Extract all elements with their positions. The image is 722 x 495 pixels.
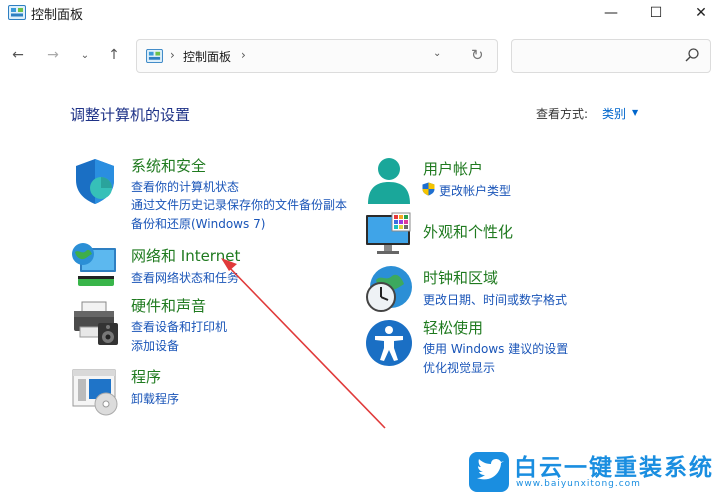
caret-down-icon[interactable]: ▼ (632, 108, 638, 117)
address-bar[interactable]: › 控制面板 › ⌄ ↻ (136, 39, 498, 73)
user-accounts-icon[interactable] (364, 156, 414, 206)
link-change-date-time-format[interactable]: 更改日期、时间或数字格式 (423, 291, 567, 308)
link-view-computer-status[interactable]: 查看你的计算机状态 (131, 178, 239, 195)
category-appearance-personalization[interactable]: 外观和个性化 (423, 221, 513, 242)
printer-speaker-icon[interactable] (70, 297, 120, 347)
programs-disc-icon[interactable] (70, 366, 120, 416)
breadcrumb-separator-icon[interactable]: › (241, 48, 246, 62)
category-system-security[interactable]: 系统和安全 (131, 155, 206, 176)
link-add-device[interactable]: 添加设备 (131, 337, 179, 354)
appearance-monitor-icon[interactable] (364, 209, 414, 259)
view-by-label: 查看方式: (536, 107, 589, 121)
recent-locations-button[interactable]: ⌄ (74, 44, 96, 66)
search-box[interactable] (511, 39, 711, 73)
network-globe-icon[interactable] (70, 240, 120, 290)
watermark: 白云一键重装系统 www.baiyunxitong.com (468, 448, 722, 495)
minimize-button[interactable]: — (588, 0, 634, 26)
page-title: 调整计算机的设置 (70, 106, 191, 124)
link-backup-restore[interactable]: 备份和还原(Windows 7) (131, 215, 265, 232)
category-ease-of-access[interactable]: 轻松使用 (423, 317, 483, 338)
address-dropdown-button[interactable]: ⌄ (433, 48, 441, 59)
window-title: 控制面板 (31, 8, 84, 23)
breadcrumb-separator-icon[interactable]: › (170, 48, 175, 62)
bird-logo-icon (469, 452, 509, 492)
category-clock-region[interactable]: 时钟和区域 (423, 267, 498, 288)
link-change-account-type[interactable]: 更改帐户类型 (439, 182, 511, 199)
breadcrumb-control-panel[interactable]: 控制面板 (183, 48, 231, 65)
link-uninstall-program[interactable]: 卸载程序 (131, 390, 179, 407)
security-shield-icon[interactable] (70, 156, 120, 206)
view-by-dropdown[interactable]: 类别 (602, 105, 626, 122)
watermark-url: www.baiyunxitong.com (516, 479, 641, 489)
control-panel-icon (8, 5, 26, 20)
control-panel-icon (146, 49, 163, 63)
refresh-button[interactable]: ↻ (471, 46, 484, 64)
watermark-title: 白云一键重装系统 (514, 455, 714, 481)
maximize-button[interactable]: ☐ (633, 0, 679, 26)
back-button[interactable]: ← (7, 44, 29, 66)
category-network-internet[interactable]: 网络和 Internet (131, 245, 240, 266)
category-programs[interactable]: 程序 (131, 366, 161, 387)
link-windows-recommended-settings[interactable]: 使用 Windows 建议的设置 (423, 340, 568, 357)
link-file-history-backup[interactable]: 通过文件历史记录保存你的文件备份副本 (131, 196, 347, 213)
uac-shield-icon (422, 182, 435, 196)
category-hardware-sound[interactable]: 硬件和声音 (131, 295, 206, 316)
link-network-status-tasks[interactable]: 查看网络状态和任务 (131, 269, 239, 286)
link-devices-printers[interactable]: 查看设备和打印机 (131, 318, 227, 335)
search-input[interactable] (518, 46, 678, 66)
accessibility-icon[interactable] (364, 318, 414, 368)
category-user-accounts[interactable]: 用户帐户 (423, 158, 483, 179)
title-bar: 控制面板 — ☐ ✕ (0, 0, 722, 26)
clock-globe-icon[interactable] (364, 264, 414, 314)
link-optimize-visual-display[interactable]: 优化视觉显示 (423, 359, 495, 376)
search-icon[interactable] (684, 47, 700, 63)
up-button[interactable]: ↑ (103, 44, 125, 66)
close-button[interactable]: ✕ (678, 0, 722, 26)
forward-button[interactable]: → (42, 44, 64, 66)
